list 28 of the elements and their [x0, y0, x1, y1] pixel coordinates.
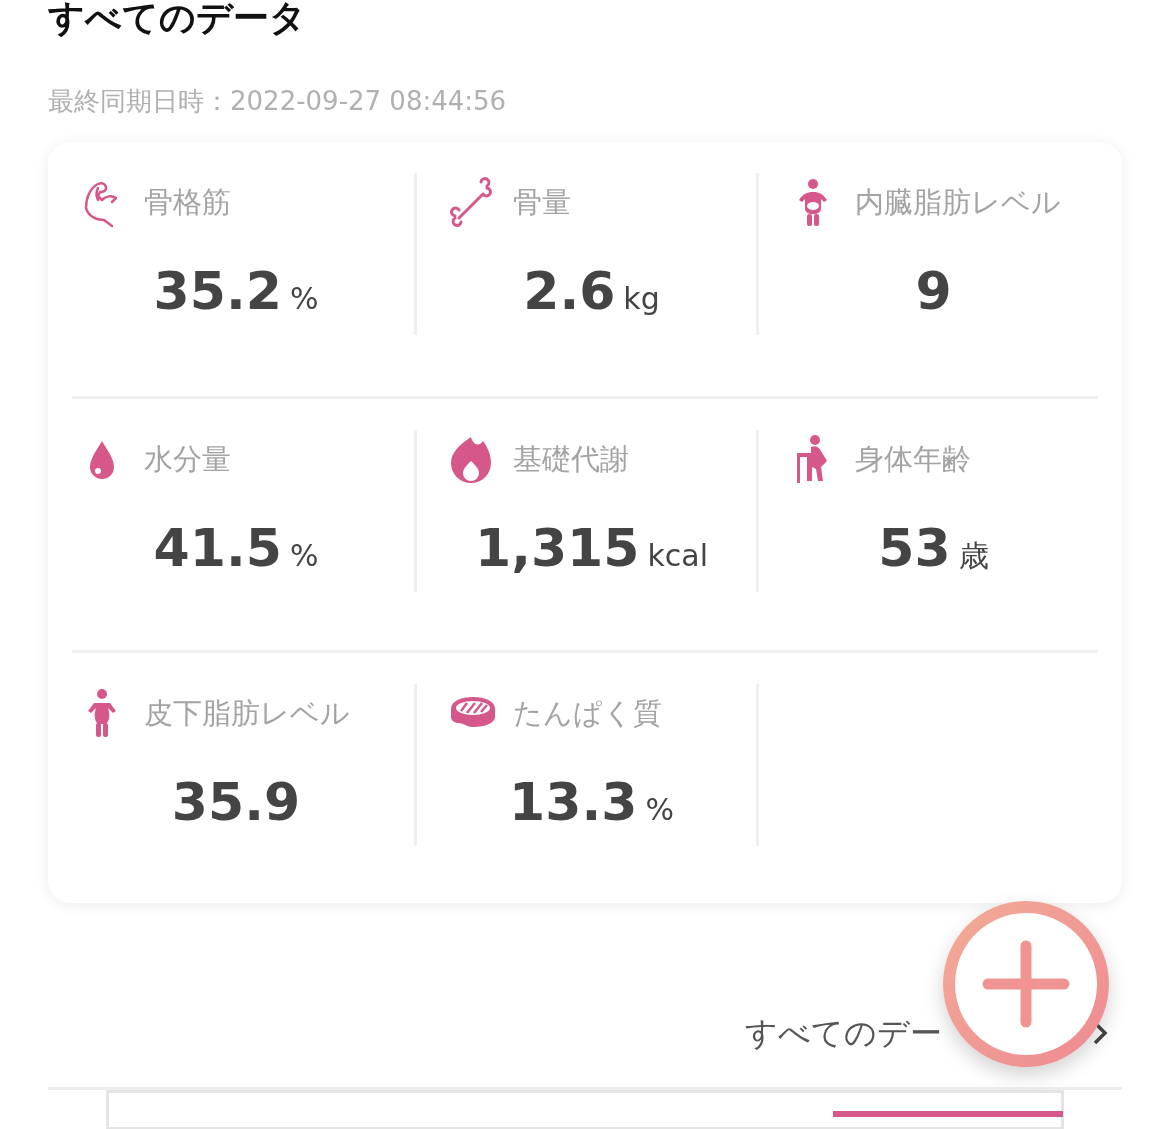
metric-label: 内臓脂肪レベル: [855, 184, 1061, 222]
metric-label: 骨格筋: [144, 184, 231, 222]
plus-icon: [982, 940, 1070, 1028]
metric-label: 皮下脂肪レベル: [144, 695, 350, 733]
metric-value: 9: [915, 261, 952, 321]
metric-unit: 歳: [958, 537, 989, 575]
metric-label: たんぱく質: [513, 695, 662, 733]
metric-unit: %: [645, 791, 674, 829]
metric-value: 41.5: [153, 518, 282, 578]
metric-value: 1,315: [474, 518, 640, 578]
ad-banner[interactable]: [106, 1090, 1064, 1129]
metric-unit: %: [289, 537, 319, 575]
metric-unit: %: [289, 280, 319, 318]
metric-label: 基礎代謝: [513, 441, 629, 479]
all-data-link[interactable]: すべてのデー: [745, 1013, 942, 1053]
metric-value: 2.6: [523, 261, 616, 321]
metric-label: 水分量: [144, 441, 231, 479]
metric-value: 35.2: [153, 261, 282, 321]
last-sync-time: 最終同期日時：2022-09-27 08:44:56: [48, 85, 507, 118]
metric-value: 53: [878, 518, 951, 578]
metric-value: 13.3: [509, 772, 638, 832]
page-title: すべてのデータ: [48, 0, 306, 38]
bone-icon: [447, 177, 495, 229]
metric-unit: kg: [623, 280, 660, 318]
metric-unit: kcal: [647, 537, 709, 575]
metric-label: 身体年齢: [855, 441, 971, 479]
metric-label: 骨量: [513, 184, 571, 222]
metric-value: 35.9: [171, 772, 301, 832]
